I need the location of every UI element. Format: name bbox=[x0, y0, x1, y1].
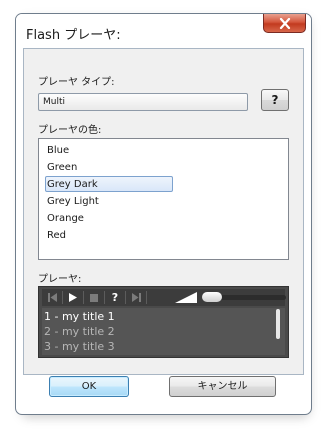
cancel-button[interactable]: キャンセル bbox=[169, 376, 276, 397]
flash-player-dialog: Flash プレーヤ: プレーヤ タイプ: Multi ? プレーヤの色: Bl… bbox=[15, 13, 312, 415]
previous-icon bbox=[47, 293, 57, 302]
title-bar[interactable]: Flash プレーヤ: bbox=[16, 14, 311, 48]
close-button[interactable] bbox=[263, 14, 306, 33]
list-item-grey-light[interactable]: Grey Light bbox=[45, 193, 173, 209]
play-button[interactable] bbox=[63, 289, 83, 306]
list-item-red[interactable]: Red bbox=[45, 227, 173, 243]
stop-button[interactable] bbox=[84, 289, 104, 306]
play-icon bbox=[69, 293, 77, 302]
list-item-blue[interactable]: Blue bbox=[45, 142, 173, 158]
next-button[interactable] bbox=[126, 289, 146, 306]
player-controls: ? bbox=[42, 289, 286, 306]
list-item-grey-dark[interactable]: Grey Dark bbox=[45, 176, 173, 192]
help-button[interactable]: ? bbox=[261, 89, 289, 111]
previous-button[interactable] bbox=[42, 289, 62, 306]
player-preview-label: プレーヤ: bbox=[38, 274, 82, 285]
next-icon bbox=[131, 293, 141, 302]
help-icon: ? bbox=[111, 291, 119, 304]
player-color-list[interactable]: Blue Green Grey Dark Grey Light Orange R… bbox=[38, 138, 289, 260]
divider bbox=[146, 291, 147, 304]
window-title: Flash プレーヤ: bbox=[26, 28, 121, 43]
volume-slider-handle[interactable] bbox=[202, 292, 222, 302]
list-item-orange[interactable]: Orange bbox=[45, 210, 173, 226]
list-item-green[interactable]: Green bbox=[45, 159, 173, 175]
ok-button[interactable]: OK bbox=[49, 376, 129, 397]
player-color-label: プレーヤの色: bbox=[38, 125, 102, 136]
player-help-button[interactable]: ? bbox=[105, 289, 125, 306]
player-preview: ? 1 - my title 1 2 - my title 2 3 - my t… bbox=[38, 286, 289, 358]
playlist-item[interactable]: 2 - my title 2 bbox=[44, 324, 115, 339]
dialog-body: プレーヤ タイプ: Multi ? プレーヤの色: Blue Green Gre… bbox=[23, 48, 304, 375]
playlist-item[interactable]: 1 - my title 1 bbox=[44, 309, 115, 324]
close-icon bbox=[279, 17, 290, 29]
stop-icon bbox=[90, 293, 98, 302]
playlist: 1 - my title 1 2 - my title 2 3 - my tit… bbox=[42, 308, 285, 355]
player-type-select[interactable]: Multi bbox=[38, 93, 248, 111]
playlist-scrollbar[interactable] bbox=[276, 309, 280, 339]
volume-icon[interactable] bbox=[175, 292, 197, 303]
player-type-label: プレーヤ タイプ: bbox=[38, 77, 115, 88]
playlist-item[interactable]: 3 - my title 3 bbox=[44, 339, 115, 354]
player-type-value: Multi bbox=[43, 97, 65, 107]
